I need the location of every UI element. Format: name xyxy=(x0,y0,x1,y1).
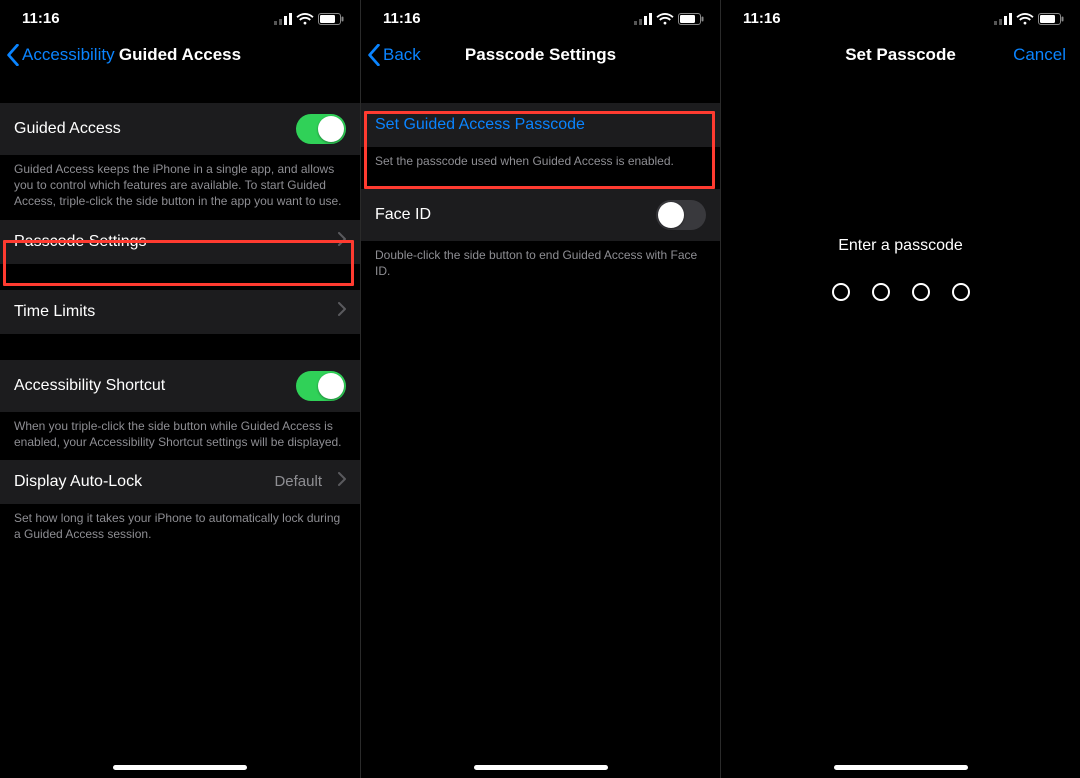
row-value: Default xyxy=(274,473,322,490)
status-indicators xyxy=(274,13,344,25)
row-label: Passcode Settings xyxy=(14,233,147,251)
status-time: 11:16 xyxy=(383,10,421,27)
chevron-right-icon xyxy=(338,232,346,251)
navbar-title: Set Passcode xyxy=(845,45,956,65)
wifi-icon xyxy=(296,13,314,25)
footer-display-auto-lock: Set how long it takes your iPhone to aut… xyxy=(0,504,360,552)
passcode-dot xyxy=(832,283,850,301)
toggle-accessibility-shortcut[interactable] xyxy=(296,371,346,401)
status-indicators xyxy=(994,13,1064,25)
signal-icon xyxy=(274,13,292,25)
back-label: Accessibility xyxy=(22,45,115,65)
screen-set-passcode: 11:16 Set Passcode Cancel Enter a passco… xyxy=(720,0,1080,778)
footer-accessibility-shortcut: When you triple-click the side button wh… xyxy=(0,412,360,460)
row-label: Time Limits xyxy=(14,303,95,321)
wifi-icon xyxy=(656,13,674,25)
row-label: Guided Access xyxy=(14,120,121,138)
row-face-id-toggle[interactable]: Face ID xyxy=(361,189,720,241)
signal-icon xyxy=(994,13,1012,25)
battery-icon xyxy=(318,13,344,25)
cancel-label: Cancel xyxy=(1013,45,1066,65)
footer-set-passcode: Set the passcode used when Guided Access… xyxy=(361,147,720,179)
chevron-left-icon xyxy=(6,44,20,66)
navbar-title: Guided Access xyxy=(119,45,241,65)
passcode-dot xyxy=(872,283,890,301)
home-indicator[interactable] xyxy=(361,765,720,770)
battery-icon xyxy=(1038,13,1064,25)
navbar: Accessibility Guided Access xyxy=(0,33,360,77)
passcode-dot xyxy=(912,283,930,301)
chevron-right-icon xyxy=(338,472,346,491)
row-set-guided-access-passcode[interactable]: Set Guided Access Passcode xyxy=(361,103,720,147)
row-label: Accessibility Shortcut xyxy=(14,377,165,395)
footer-face-id: Double-click the side button to end Guid… xyxy=(361,241,720,289)
passcode-dot xyxy=(952,283,970,301)
status-indicators xyxy=(634,13,704,25)
toggle-guided-access[interactable] xyxy=(296,114,346,144)
row-guided-access-toggle[interactable]: Guided Access xyxy=(0,103,360,155)
passcode-prompt: Enter a passcode xyxy=(721,237,1080,255)
status-bar: 11:16 xyxy=(721,0,1080,33)
row-label: Set Guided Access Passcode xyxy=(375,116,585,134)
status-bar: 11:16 xyxy=(361,0,720,33)
row-display-auto-lock[interactable]: Display Auto-Lock Default xyxy=(0,460,360,504)
home-indicator[interactable] xyxy=(721,765,1080,770)
home-indicator[interactable] xyxy=(0,765,360,770)
row-passcode-settings[interactable]: Passcode Settings xyxy=(0,220,360,264)
navbar-title: Passcode Settings xyxy=(465,45,616,65)
passcode-dots xyxy=(721,283,1080,301)
chevron-left-icon xyxy=(367,44,381,66)
row-label: Display Auto-Lock xyxy=(14,473,142,491)
status-time: 11:16 xyxy=(743,10,781,27)
screen-guided-access: 11:16 Accessibility Guided Access Guided… xyxy=(0,0,360,778)
status-time: 11:16 xyxy=(22,10,60,27)
navbar: Set Passcode Cancel xyxy=(721,33,1080,77)
status-bar: 11:16 xyxy=(0,0,360,33)
back-button[interactable]: Accessibility xyxy=(6,33,115,77)
wifi-icon xyxy=(1016,13,1034,25)
back-label: Back xyxy=(383,45,421,65)
cancel-button[interactable]: Cancel xyxy=(1013,33,1066,77)
toggle-face-id[interactable] xyxy=(656,200,706,230)
row-accessibility-shortcut-toggle[interactable]: Accessibility Shortcut xyxy=(0,360,360,412)
battery-icon xyxy=(678,13,704,25)
back-button[interactable]: Back xyxy=(367,33,421,77)
navbar: Back Passcode Settings xyxy=(361,33,720,77)
signal-icon xyxy=(634,13,652,25)
footer-guided-access: Guided Access keeps the iPhone in a sing… xyxy=(0,155,360,220)
screen-passcode-settings: 11:16 Back Passcode Settings Set Guided … xyxy=(360,0,720,778)
chevron-right-icon xyxy=(338,302,346,321)
row-time-limits[interactable]: Time Limits xyxy=(0,290,360,334)
row-label: Face ID xyxy=(375,206,431,224)
